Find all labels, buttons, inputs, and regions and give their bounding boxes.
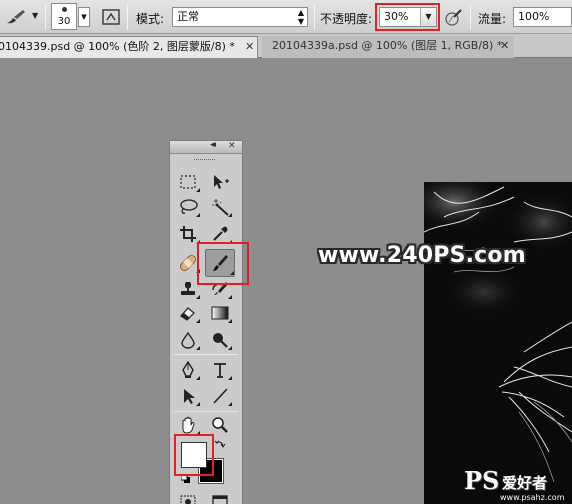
brush-tip-icon bbox=[62, 7, 67, 12]
quick-mask-button[interactable] bbox=[176, 491, 200, 504]
color-swatch-highlight-box bbox=[174, 434, 214, 476]
mode-value: 正常 bbox=[177, 10, 199, 23]
collapse-icon[interactable]: ◂◂ bbox=[210, 140, 216, 150]
flyout-indicator bbox=[228, 295, 232, 299]
marquee-tool[interactable] bbox=[176, 171, 200, 193]
flyout-indicator bbox=[196, 319, 200, 323]
pen-tool[interactable] bbox=[176, 359, 200, 381]
drop-icon bbox=[181, 331, 195, 349]
flyout-indicator bbox=[196, 213, 200, 217]
quick-mask-icon bbox=[180, 495, 196, 504]
eyedropper-icon bbox=[213, 226, 228, 241]
screen-mode-icon bbox=[212, 495, 228, 504]
divider bbox=[174, 411, 238, 412]
flyout-indicator bbox=[228, 346, 232, 350]
flyout-indicator bbox=[196, 188, 200, 192]
brush-size-picker[interactable]: 30 bbox=[51, 3, 77, 30]
flyout-indicator bbox=[196, 376, 200, 380]
lasso-icon bbox=[180, 199, 198, 214]
close-icon[interactable]: ✕ bbox=[228, 141, 236, 151]
type-tool[interactable] bbox=[208, 359, 232, 381]
mode-label: 模式: bbox=[136, 12, 165, 26]
marquee-icon bbox=[180, 175, 196, 189]
close-icon[interactable]: ✕ bbox=[245, 37, 254, 57]
hand-tool[interactable] bbox=[176, 414, 200, 436]
eraser-tool[interactable] bbox=[176, 302, 200, 324]
eraser-icon bbox=[180, 307, 195, 321]
magic-wand-tool[interactable] bbox=[208, 196, 232, 218]
document-tab-1[interactable]: 20104339.psd @ 100% (色阶 2, 图层蒙版/8) * ✕ bbox=[0, 36, 258, 58]
opacity-label: 不透明度: bbox=[320, 12, 373, 26]
gradient-icon bbox=[211, 306, 229, 320]
document-canvas-image[interactable] bbox=[424, 182, 572, 504]
line-icon bbox=[213, 388, 228, 404]
opacity-highlight-box bbox=[375, 3, 440, 31]
mode-select[interactable]: 正常 ▲ ▼ bbox=[172, 7, 308, 27]
flow-value: 100% bbox=[518, 10, 550, 23]
logo-brand: PS bbox=[464, 466, 500, 495]
line-tool[interactable] bbox=[208, 385, 232, 407]
document-tab-label: 20104339a.psd @ 100% (图层 1, RGB/8) * bbox=[272, 39, 503, 52]
blur-tool[interactable] bbox=[176, 329, 200, 351]
flyout-indicator bbox=[228, 319, 232, 323]
move-tool[interactable] bbox=[208, 171, 232, 193]
brush-panel-toggle-icon[interactable] bbox=[101, 8, 121, 26]
zoom-icon bbox=[212, 417, 228, 433]
flow-label: 流量: bbox=[478, 12, 507, 26]
brush-size-dropdown-button[interactable]: ▼ bbox=[78, 7, 90, 27]
brush-tool-highlight-box bbox=[197, 242, 249, 285]
document-tab-2[interactable]: 20104339a.psd @ 100% (图层 1, RGB/8) * ✕ bbox=[262, 36, 514, 58]
watermark-text: www.240PS.com bbox=[318, 243, 526, 268]
site-logo: PS 爱好者 www.psahz.com bbox=[464, 466, 572, 504]
logo-name: 爱好者 bbox=[502, 474, 548, 492]
magic-wand-icon bbox=[212, 199, 229, 216]
options-bar: ▼ 30 ▼ 模式: 正常 ▲ ▼ 不透明度: 30% ▼ 流量: 100% bbox=[0, 0, 572, 34]
dodge-tool[interactable] bbox=[208, 329, 232, 351]
flyout-indicator bbox=[196, 402, 200, 406]
pen-icon bbox=[182, 361, 194, 378]
flyout-indicator bbox=[228, 402, 232, 406]
flyout-indicator bbox=[228, 376, 232, 380]
move-icon bbox=[214, 175, 229, 189]
bandage-icon bbox=[180, 255, 196, 271]
stamp-icon bbox=[181, 282, 195, 295]
crop-icon bbox=[180, 226, 196, 242]
close-icon[interactable]: ✕ bbox=[500, 36, 509, 56]
separator bbox=[45, 4, 46, 30]
dodge-icon bbox=[213, 333, 228, 348]
tools-panel-header[interactable]: ◂◂ ✕ bbox=[170, 140, 242, 154]
lasso-tool[interactable] bbox=[176, 196, 200, 218]
gradient-tool[interactable] bbox=[208, 302, 232, 324]
type-icon bbox=[214, 363, 226, 378]
path-selection-tool[interactable] bbox=[176, 385, 200, 407]
separator bbox=[470, 4, 471, 30]
hand-icon bbox=[182, 416, 195, 434]
panel-grip[interactable] bbox=[170, 154, 242, 163]
logo-url: www.psahz.com bbox=[500, 493, 565, 502]
flyout-indicator bbox=[228, 213, 232, 217]
zoom-tool[interactable] bbox=[208, 414, 232, 436]
separator bbox=[127, 4, 128, 30]
brush-preset-icon[interactable] bbox=[4, 8, 28, 26]
screen-mode-button[interactable] bbox=[208, 491, 232, 504]
brush-size-value: 30 bbox=[57, 16, 71, 27]
swap-colors-icon[interactable] bbox=[214, 439, 226, 451]
document-tab-bar: 20104339.psd @ 100% (色阶 2, 图层蒙版/8) * ✕ 2… bbox=[0, 34, 572, 58]
path-selection-icon bbox=[184, 389, 195, 404]
flyout-indicator bbox=[196, 346, 200, 350]
airbrush-icon[interactable] bbox=[444, 7, 464, 27]
mode-dropdown-icon: ▲ ▼ bbox=[297, 8, 304, 26]
separator bbox=[314, 4, 315, 30]
brush-preset-dropdown-icon[interactable]: ▼ bbox=[32, 11, 38, 20]
document-tab-label: 20104339.psd @ 100% (色阶 2, 图层蒙版/8) * bbox=[0, 40, 235, 53]
divider bbox=[174, 354, 238, 355]
flyout-indicator bbox=[196, 295, 200, 299]
flow-field[interactable]: 100% bbox=[513, 7, 572, 27]
